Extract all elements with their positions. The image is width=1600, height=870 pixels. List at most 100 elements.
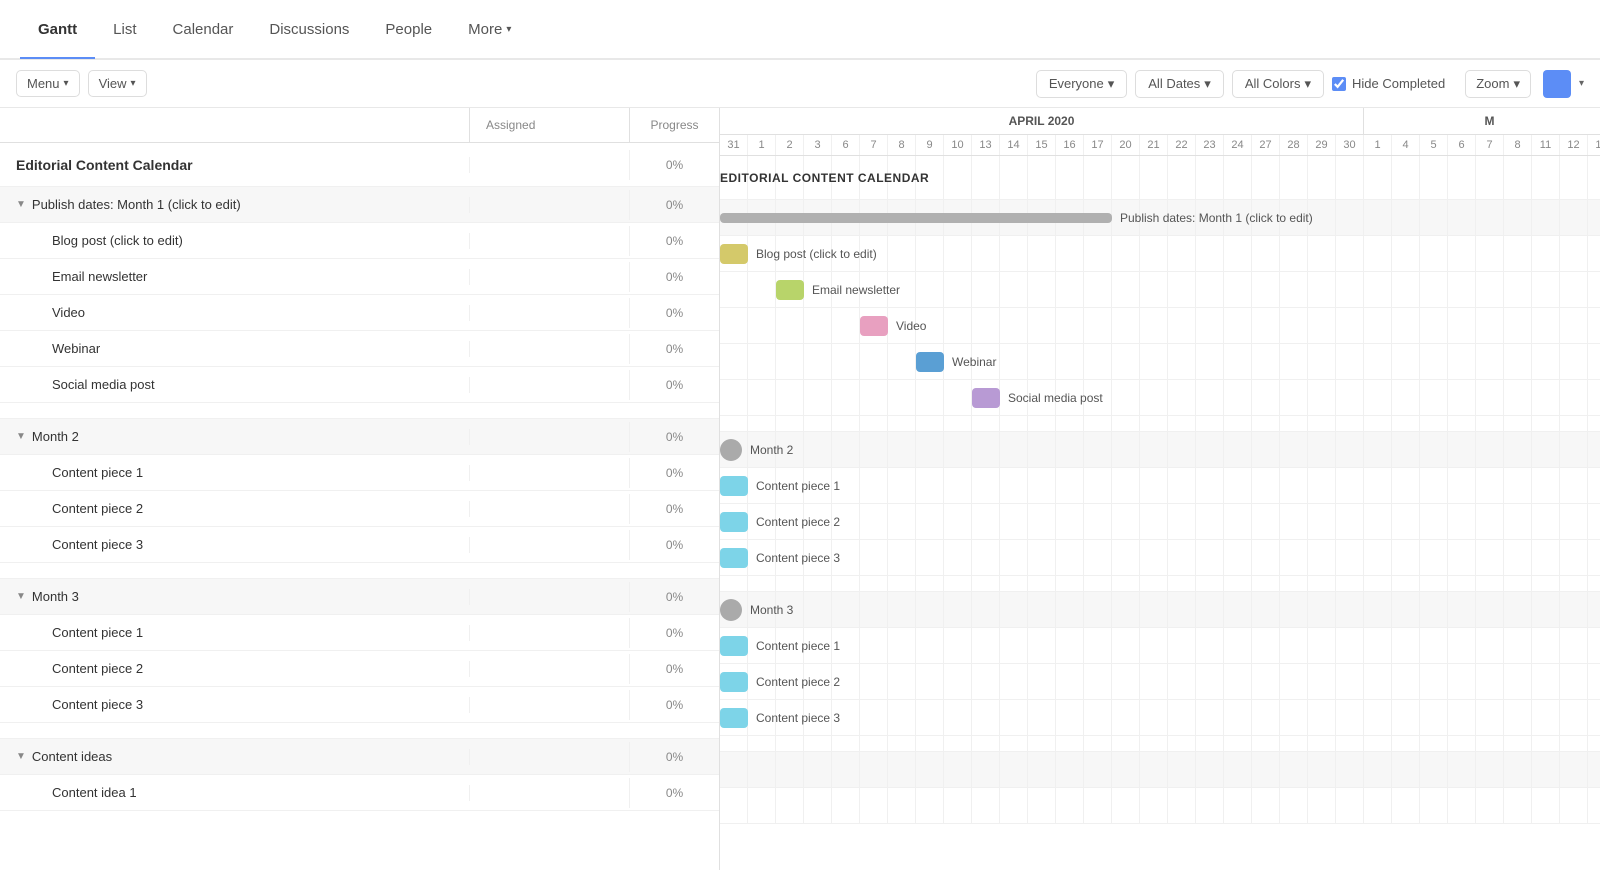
gantt-grid-cell <box>888 752 916 787</box>
all-colors-filter[interactable]: All Colors ▾ <box>1232 70 1324 98</box>
row-name[interactable]: Editorial Content Calendar <box>0 149 469 181</box>
gantt-grid-cell <box>1308 700 1336 735</box>
gantt-grid-cell <box>1476 592 1504 627</box>
gantt-grid-cell <box>1336 504 1364 539</box>
gantt-grid-cell <box>1000 504 1028 539</box>
gantt-grid-cell <box>972 592 1000 627</box>
nav-item-people[interactable]: People <box>367 0 450 59</box>
row-name[interactable]: Video <box>0 297 469 328</box>
row-name[interactable]: Content piece 2 <box>0 493 469 524</box>
gantt-grid-cell <box>972 156 1000 199</box>
gantt-grid-cell <box>1504 700 1532 735</box>
gantt-day-cell: 30 <box>1336 135 1364 155</box>
nav-item-calendar[interactable]: Calendar <box>155 0 252 59</box>
row-name[interactable]: Content piece 3 <box>0 529 469 560</box>
gantt-grid-cell <box>860 432 888 467</box>
gantt-grid-cell <box>832 504 860 539</box>
view-button[interactable]: View ▾ <box>88 70 147 97</box>
gantt-grid-cell <box>1196 308 1224 343</box>
gantt-grid-cell <box>1000 664 1028 699</box>
gantt-grid-cell <box>1084 468 1112 503</box>
gantt-grid-cell <box>916 468 944 503</box>
gantt-grid-cell <box>720 416 748 431</box>
zoom-button[interactable]: Zoom ▾ <box>1465 70 1531 98</box>
gantt-grid-cell <box>1420 156 1448 199</box>
gantt-grid-cell <box>1392 308 1420 343</box>
row-name[interactable]: Social media post <box>0 369 469 400</box>
table-row: Content piece 2 0% <box>0 491 719 527</box>
row-name[interactable]: Content piece 2 <box>0 653 469 684</box>
row-name[interactable]: ▼ Month 2 <box>0 421 469 452</box>
gantt-grid-cell <box>1532 576 1560 591</box>
gantt-grid-cell <box>832 380 860 415</box>
view-toggle-button[interactable] <box>1543 70 1571 98</box>
gantt-grid-cell <box>1336 664 1364 699</box>
gantt-grid-cell <box>1000 540 1028 575</box>
gantt-grid-cell <box>748 788 776 823</box>
gantt-grid-cell <box>860 592 888 627</box>
nav-item-gantt[interactable]: Gantt <box>20 0 95 59</box>
gantt-grid-cell <box>888 344 916 379</box>
gantt-day-cell: 17 <box>1084 135 1112 155</box>
gantt-grid-cell <box>720 468 748 503</box>
gantt-grid-cell <box>1084 308 1112 343</box>
gantt-grid-cell <box>1448 540 1476 575</box>
gantt-day-cell: 6 <box>832 135 860 155</box>
gantt-grid-cell <box>1140 736 1168 751</box>
gantt-grid-cell <box>1280 788 1308 823</box>
nav-item-discussions[interactable]: Discussions <box>251 0 367 59</box>
gantt-grid-cell <box>1532 272 1560 307</box>
row-name[interactable]: ▼ Publish dates: Month 1 (click to edit) <box>0 189 469 220</box>
row-progress: 0% <box>629 150 719 180</box>
gantt-grid-cell <box>860 156 888 199</box>
hide-completed-checkbox[interactable] <box>1332 77 1346 91</box>
gantt-grid-cell <box>1224 344 1252 379</box>
gantt-grid-cell <box>1112 788 1140 823</box>
gantt-grid-cell <box>748 308 776 343</box>
gantt-grid-cell <box>1504 540 1532 575</box>
gantt-grid-cell <box>944 432 972 467</box>
gantt-grid-cell <box>1392 576 1420 591</box>
gantt-grid-cell <box>776 540 804 575</box>
row-name[interactable]: Email newsletter <box>0 261 469 292</box>
gantt-grid-cell <box>1392 380 1420 415</box>
chevron-down-icon: ▼ <box>16 751 26 762</box>
row-name[interactable]: Webinar <box>0 333 469 364</box>
gantt-grid-cell <box>804 752 832 787</box>
row-name[interactable]: Content piece 1 <box>0 457 469 488</box>
row-name[interactable]: ▼ Content ideas <box>0 741 469 772</box>
gantt-grid-cell <box>1112 344 1140 379</box>
row-name[interactable]: Content piece 3 <box>0 689 469 720</box>
gantt-grid-cell <box>1420 788 1448 823</box>
all-dates-filter[interactable]: All Dates ▾ <box>1135 70 1224 98</box>
row-name[interactable]: Content piece 1 <box>0 617 469 648</box>
gantt-grid-cell <box>804 468 832 503</box>
gantt-grid-cell <box>916 272 944 307</box>
gantt-grid-cell <box>1140 788 1168 823</box>
everyone-filter[interactable]: Everyone ▾ <box>1036 70 1127 98</box>
gantt-grid-cell <box>1336 236 1364 271</box>
right-panel[interactable]: APRIL 2020M31123678910131415161720212223… <box>720 108 1600 870</box>
gantt-grid-cell <box>916 344 944 379</box>
gantt-grid-cell <box>1588 344 1600 379</box>
hide-completed-toggle[interactable]: Hide Completed <box>1332 76 1445 91</box>
row-name[interactable]: ▼ Month 3 <box>0 581 469 612</box>
gantt-grid-cell <box>944 308 972 343</box>
row-name[interactable]: Blog post (click to edit) <box>0 225 469 256</box>
gantt-grid-cell <box>1112 380 1140 415</box>
nav-item-more[interactable]: More ▾ <box>450 0 529 59</box>
menu-button[interactable]: Menu ▾ <box>16 70 80 97</box>
nav-item-list[interactable]: List <box>95 0 154 59</box>
gantt-grid-cell <box>1448 468 1476 503</box>
gantt-grid-cell <box>1560 504 1588 539</box>
view-toggle-chevron-icon[interactable]: ▾ <box>1579 78 1584 89</box>
row-name[interactable]: Content idea 1 <box>0 777 469 808</box>
gantt-grid-cell <box>1140 468 1168 503</box>
gantt-grid-cell <box>1112 752 1140 787</box>
gantt-grid-cell <box>1392 156 1420 199</box>
gantt-day-cell: 21 <box>1140 135 1168 155</box>
gantt-grid-cell <box>1308 752 1336 787</box>
gantt-grid-cell <box>1560 576 1588 591</box>
gantt-grid-cell <box>1504 592 1532 627</box>
gantt-grid-cell <box>1420 540 1448 575</box>
